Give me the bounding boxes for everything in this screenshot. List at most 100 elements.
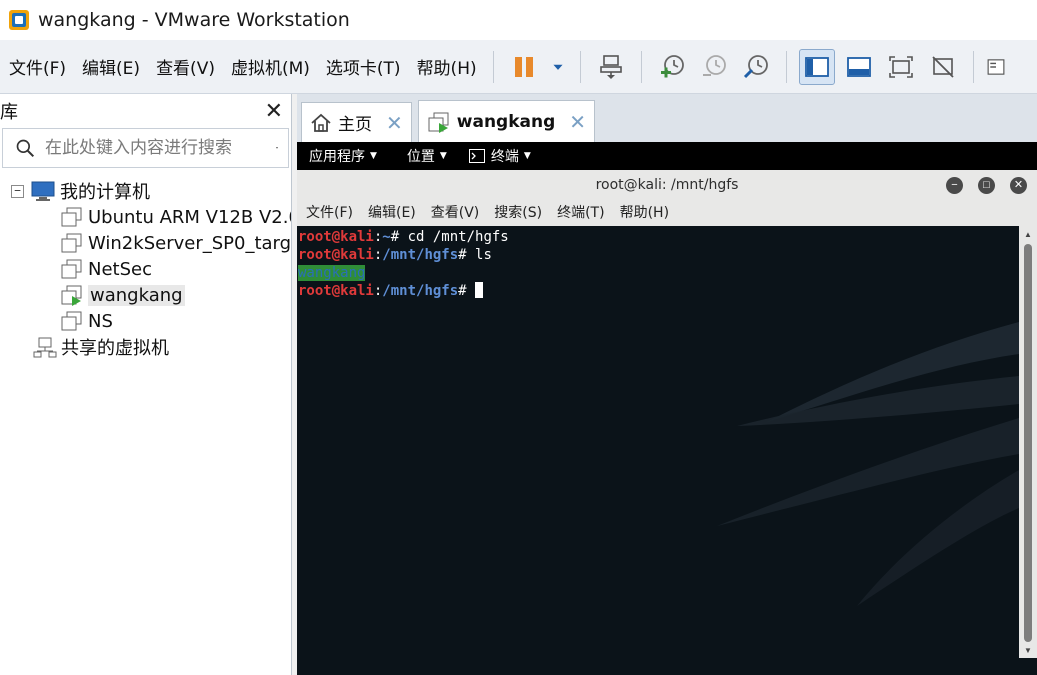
terminal-line: root@kali:/mnt/hgfs# ls: [298, 246, 509, 264]
tree-item-vm[interactable]: Ubuntu ARM V12B V2.0: [0, 204, 291, 230]
tree-item-vm-selected[interactable]: wangkang: [0, 282, 291, 308]
collapse-toggle[interactable]: −: [11, 184, 24, 198]
chevron-down-icon: [276, 147, 278, 149]
send-ctrl-alt-del-button[interactable]: [593, 49, 629, 85]
close-icon[interactable]: ✕: [569, 110, 586, 134]
snapshot-manager-icon: [743, 54, 768, 78]
terminal-line: root@kali:/mnt/hgfs#: [298, 282, 509, 300]
console-view-icon: [987, 58, 1005, 75]
tab-wangkang[interactable]: wangkang ✕: [417, 100, 596, 142]
menu-view[interactable]: 查看(V): [156, 54, 215, 79]
guest-terminal-menu[interactable]: 终端 ▼: [468, 146, 531, 166]
toolbar-separator: [492, 50, 494, 83]
console-view-button[interactable]: [986, 49, 1006, 85]
terminal-scrollbar[interactable]: ▲ ▼: [1019, 226, 1037, 658]
vm-running-icon: [428, 112, 449, 133]
fullscreen-icon: [888, 55, 913, 78]
guest-display[interactable]: 应用程序 ▼ 位置 ▼ 终端 ▼ root@kali: /mnt/hgfs − □ ✕: [297, 142, 1037, 675]
menu-tabs[interactable]: 选项卡(T): [326, 54, 401, 79]
tree-label: Win2kServer_SP0_target: [88, 232, 291, 254]
library-panel: 库 ✕ − 我的计算机 Ubuntu ARM V12B V2.0: [0, 94, 292, 675]
toolbar-separator: [972, 50, 974, 83]
close-icon[interactable]: ✕: [265, 100, 283, 122]
tree-label: NS: [88, 310, 113, 332]
power-dropdown-button[interactable]: [548, 49, 568, 85]
thumbnail-bar-button[interactable]: [841, 49, 877, 85]
terminal-menu-file[interactable]: 文件(F): [306, 202, 353, 222]
guest-places-menu[interactable]: 位置 ▼: [407, 146, 447, 166]
menu-vm[interactable]: 虚拟机(M): [231, 54, 310, 79]
guest-top-panel: 应用程序 ▼ 位置 ▼ 终端 ▼: [297, 142, 1037, 169]
terminal-menu-help[interactable]: 帮助(H): [620, 202, 669, 222]
vmware-app-icon: [9, 10, 29, 30]
menu-edit[interactable]: 编辑(E): [82, 54, 140, 79]
take-snapshot-button[interactable]: [654, 49, 690, 85]
terminal-menu-view[interactable]: 查看(V): [431, 202, 480, 222]
tree-item-my-computer[interactable]: − 我的计算机: [0, 178, 291, 204]
workspace: 主页 ✕ wangkang ✕ 应用程序 ▼ 位置 ▼ 终端 ▼ root@ka…: [297, 94, 1037, 675]
menu-label: 位置: [406, 148, 435, 165]
tree-item-shared-vms[interactable]: 共享的虚拟机: [0, 334, 291, 360]
computer-icon: [31, 181, 55, 201]
show-library-button[interactable]: [798, 48, 835, 85]
tab-home[interactable]: 主页 ✕: [301, 102, 412, 142]
prompt-path: /mnt/hgfs: [382, 247, 459, 263]
tree-item-vm[interactable]: NetSec: [0, 256, 291, 282]
guest-applications-menu[interactable]: 应用程序 ▼: [309, 146, 377, 166]
directory-listing: wangkang: [298, 265, 366, 281]
vm-icon: [61, 233, 82, 253]
terminal-line: wangkang: [298, 264, 509, 282]
tree-item-vm[interactable]: NS: [0, 308, 291, 334]
home-icon: [311, 113, 331, 132]
window-title: wangkang - VMware Workstation: [38, 9, 350, 31]
terminal-window: root@kali: /mnt/hgfs − □ ✕ 文件(F) 编辑(E) 查…: [297, 170, 1037, 675]
tab-bar: 主页 ✕ wangkang ✕: [297, 94, 1037, 142]
menu-help[interactable]: 帮助(H): [417, 54, 477, 79]
revert-snapshot-button[interactable]: [696, 49, 732, 85]
minimize-icon[interactable]: −: [946, 177, 963, 194]
command-text: # cd /mnt/hgfs: [390, 229, 509, 245]
maximize-icon[interactable]: □: [978, 177, 995, 194]
window-controls: − □ ✕: [931, 177, 1027, 194]
scroll-down-icon[interactable]: ▼: [1019, 642, 1037, 658]
tree-label: Ubuntu ARM V12B V2.0: [88, 206, 291, 228]
terminal-titlebar: root@kali: /mnt/hgfs − □ ✕: [297, 170, 1037, 200]
tab-label: wangkang: [456, 111, 556, 132]
tree-label: wangkang: [88, 284, 185, 306]
full-screen-button[interactable]: [883, 49, 919, 85]
terminal-menu-terminal[interactable]: 终端(T): [557, 202, 604, 222]
toolbar-separator: [785, 50, 787, 83]
unity-button[interactable]: [925, 49, 961, 85]
scroll-up-icon[interactable]: ▲: [1019, 226, 1037, 242]
network-send-icon: [599, 54, 622, 79]
prompt-user: root@kali: [298, 283, 374, 299]
unity-disabled-icon: [931, 55, 954, 78]
library-title: 库: [0, 102, 18, 123]
vm-running-icon: [61, 285, 82, 306]
vm-tree: − 我的计算机 Ubuntu ARM V12B V2.0 Win2kServer…: [0, 178, 291, 360]
close-icon[interactable]: ✕: [1010, 177, 1027, 194]
prompt-user: root@kali: [298, 229, 374, 245]
search-dropdown-button[interactable]: [264, 136, 288, 160]
pause-button[interactable]: [506, 49, 542, 85]
library-search-input[interactable]: [45, 138, 264, 158]
terminal-menu-search[interactable]: 搜索(S): [494, 202, 542, 222]
library-search-box[interactable]: [2, 128, 289, 168]
close-icon[interactable]: ✕: [386, 111, 403, 135]
menu-file[interactable]: 文件(F): [9, 54, 66, 79]
terminal-bottom-edge: [297, 658, 1037, 675]
tree-item-vm[interactable]: Win2kServer_SP0_target: [0, 230, 291, 256]
toolbar-separator: [640, 50, 642, 83]
scroll-thumb[interactable]: [1024, 244, 1032, 642]
tab-label: 主页: [338, 115, 372, 135]
chevron-down-icon: [553, 64, 563, 70]
snapshot-manager-button[interactable]: [738, 49, 774, 85]
sidebar-layout-icon: [804, 56, 829, 77]
terminal-menu-edit[interactable]: 编辑(E): [368, 202, 416, 222]
terminal-body[interactable]: root@kali:~# cd /mnt/hgfs root@kali:/mnt/…: [297, 226, 1019, 658]
vm-icon: [61, 259, 82, 279]
prompt-path: ~: [382, 229, 391, 245]
library-header: 库 ✕: [0, 94, 291, 128]
caret-down-icon: ▼: [370, 150, 377, 161]
shared-vms-icon: [33, 337, 57, 358]
